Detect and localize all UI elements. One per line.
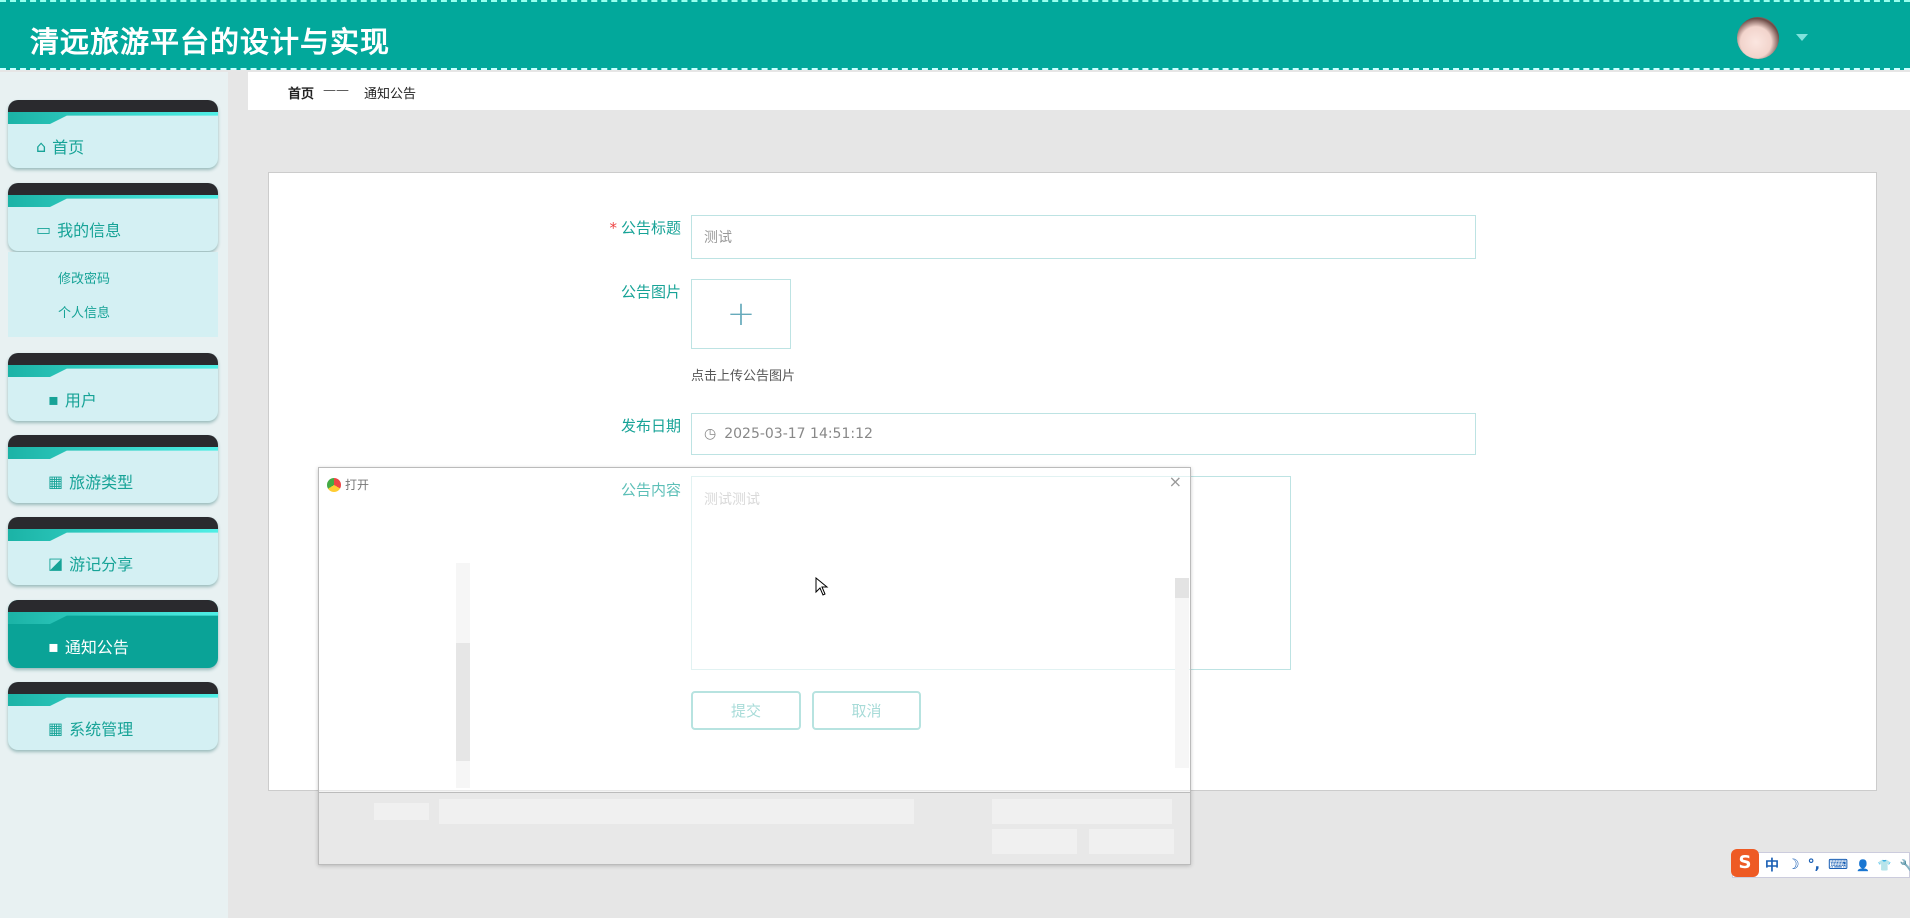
scrollbar[interactable] bbox=[1175, 578, 1189, 768]
chevron-down-icon[interactable] bbox=[1796, 34, 1808, 41]
wallet-icon: ▭ bbox=[36, 219, 52, 239]
filetype-select[interactable] bbox=[992, 799, 1172, 824]
chart-icon: ◪ bbox=[48, 553, 64, 573]
dialog-title: 打开 bbox=[345, 478, 370, 492]
image-label: 公告图片 bbox=[620, 283, 681, 301]
ime-mode[interactable]: 中 bbox=[1765, 855, 1779, 875]
sidebar-item-label: 游记分享 bbox=[69, 555, 134, 574]
image-upload-hint: 点击上传公告图片 bbox=[691, 369, 796, 384]
open-file-dialog: 打开 × bbox=[318, 467, 1191, 865]
breadcrumb-separator: —— bbox=[323, 83, 349, 98]
dialog-cancel-button[interactable] bbox=[1089, 829, 1174, 854]
sidebar-item-label: 我的信息 bbox=[57, 221, 122, 240]
breadcrumb: 首页 —— 通知公告 bbox=[248, 72, 1910, 110]
user-icon[interactable]: 👤 bbox=[1856, 859, 1870, 872]
sogou-logo-icon: S bbox=[1731, 849, 1759, 877]
dialog-open-button[interactable] bbox=[992, 829, 1077, 854]
sidebar-item-travel-notes[interactable]: ◪ 游记分享 bbox=[8, 517, 218, 585]
breadcrumb-home[interactable]: 首页 bbox=[288, 83, 314, 102]
wrench-icon[interactable]: 🔧 bbox=[1900, 859, 1910, 872]
sidebar-item-users[interactable]: ▪ 用户 bbox=[8, 353, 218, 421]
submenu-personal-info[interactable]: 个人信息 bbox=[58, 302, 110, 321]
scrollbar[interactable] bbox=[456, 563, 470, 788]
chrome-icon bbox=[327, 477, 341, 492]
skin-icon[interactable]: 👕 bbox=[1878, 859, 1892, 872]
breadcrumb-current: 通知公告 bbox=[364, 87, 417, 102]
ime-toolbar: S 中 ☽ °, ⌨ 👤 👕 🔧 bbox=[1731, 849, 1910, 878]
date-label: 发布日期 bbox=[620, 417, 681, 435]
plus-icon: + bbox=[726, 294, 756, 334]
sidebar-item-system[interactable]: ▦ 系统管理 bbox=[8, 682, 218, 750]
filename-input[interactable] bbox=[439, 799, 914, 824]
avatar[interactable] bbox=[1737, 17, 1779, 59]
home-icon: ⌂ bbox=[36, 136, 47, 156]
sidebar-item-home[interactable]: ⌂ 首页 bbox=[8, 100, 218, 168]
grid-icon: ▦ bbox=[48, 718, 64, 738]
sidebar: ⌂ 首页 ▭ 我的信息 修改密码 个人信息 ▪ 用户 ▦ 旅游类型 ◪ 游记分享 ▪ 通知公… bbox=[0, 72, 228, 918]
sidebar-item-label: 用户 bbox=[64, 391, 97, 410]
app-header: 清远旅游平台的设计与实现 bbox=[0, 0, 1910, 70]
sidebar-item-label: 首页 bbox=[52, 138, 85, 157]
moon-icon[interactable]: ☽ bbox=[1787, 857, 1800, 873]
punctuation-icon[interactable]: °, bbox=[1808, 857, 1820, 873]
title-label: * 公告标题 bbox=[609, 219, 681, 237]
chat-icon: ▪ bbox=[48, 636, 59, 656]
app-title: 清远旅游平台的设计与实现 bbox=[30, 25, 391, 59]
dialog-footer bbox=[319, 792, 1190, 864]
content-label: 公告内容 bbox=[620, 481, 681, 499]
image-upload-button[interactable]: + bbox=[691, 279, 791, 349]
sidebar-item-my-info[interactable]: ▭ 我的信息 bbox=[8, 183, 218, 251]
title-input[interactable]: 测试 bbox=[691, 215, 1476, 259]
sidebar-item-label: 系统管理 bbox=[69, 720, 134, 739]
sidebar-item-notices[interactable]: ▪ 通知公告 bbox=[8, 600, 218, 668]
grid-icon: ▦ bbox=[48, 471, 64, 491]
date-input[interactable]: ◷ 2025-03-17 14:51:12 bbox=[691, 413, 1476, 455]
sidebar-item-travel-types[interactable]: ▦ 旅游类型 bbox=[8, 435, 218, 503]
submenu-my-info: 修改密码 个人信息 bbox=[8, 252, 218, 337]
sidebar-item-label: 旅游类型 bbox=[69, 473, 134, 492]
submenu-change-password[interactable]: 修改密码 bbox=[58, 268, 110, 287]
sidebar-item-label: 通知公告 bbox=[64, 638, 129, 657]
clock-icon: ◷ bbox=[704, 426, 717, 442]
keyboard-icon[interactable]: ⌨ bbox=[1828, 857, 1848, 873]
close-icon[interactable]: × bbox=[1169, 472, 1182, 491]
mouse-cursor-icon bbox=[815, 577, 829, 596]
user-icon: ▪ bbox=[48, 389, 59, 409]
